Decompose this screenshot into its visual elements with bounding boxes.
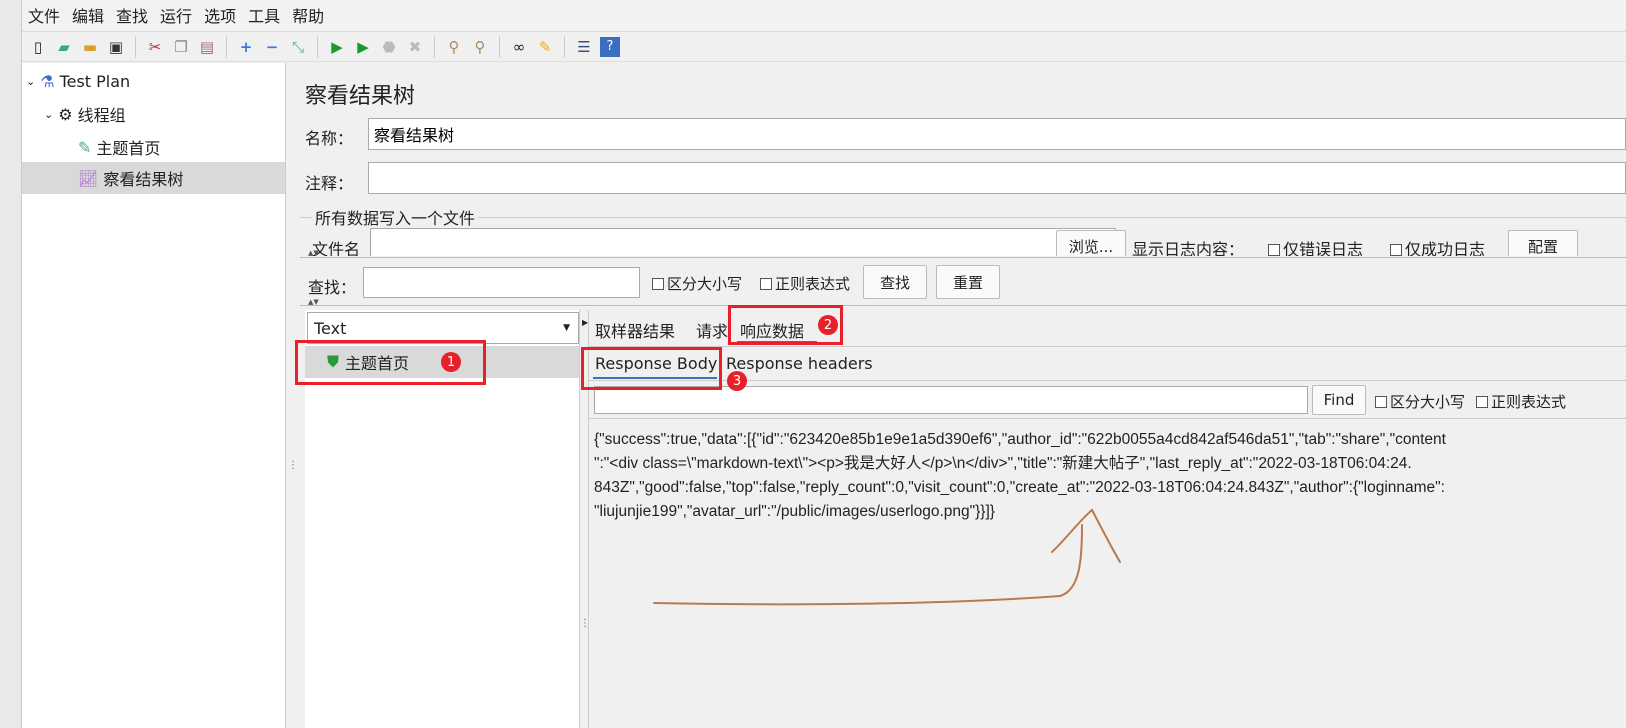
hand-drawn-arrow	[653, 508, 1121, 606]
